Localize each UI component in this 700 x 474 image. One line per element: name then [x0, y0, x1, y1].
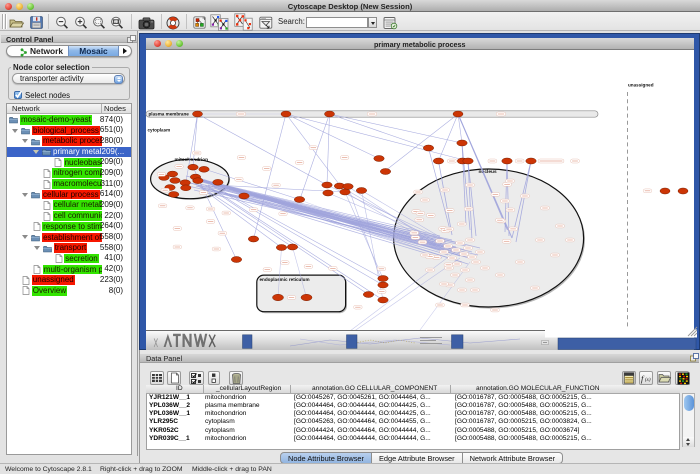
svg-text:mitochondrion: mitochondrion [175, 157, 209, 163]
svg-text:plasma membrane: plasma membrane [149, 112, 190, 117]
svg-text:unassigned: unassigned [628, 83, 654, 88]
svg-text:(x): (x) [645, 378, 651, 383]
svg-text:cytoplasm: cytoplasm [148, 128, 171, 133]
